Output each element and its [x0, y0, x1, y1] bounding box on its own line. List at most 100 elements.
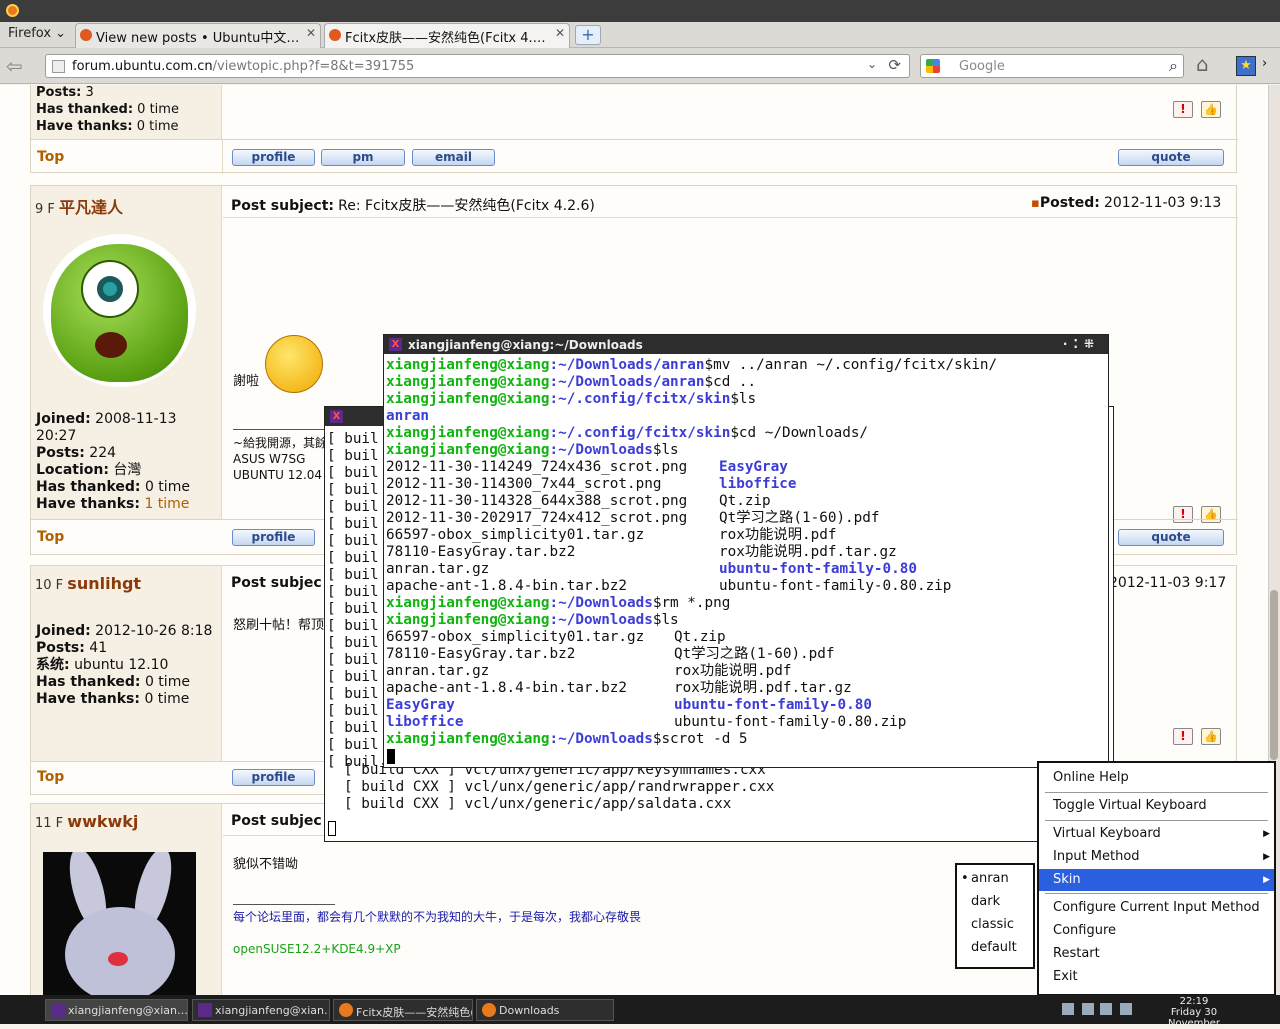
ubuntu-favicon-icon — [80, 29, 92, 41]
pm-button[interactable]: pm — [321, 149, 405, 166]
email-button[interactable]: email — [412, 149, 495, 166]
chevron-down-icon: ⌄ — [55, 26, 67, 41]
avatar — [43, 234, 196, 387]
search-icon[interactable]: ⌕ — [1169, 56, 1178, 76]
taskbar-item-terminal-1[interactable]: xiangjianfeng@xian… — [45, 999, 188, 1021]
skin-item-default[interactable]: default — [957, 937, 1033, 959]
terminal-line: [ buil — [327, 533, 379, 549]
menu-input-method[interactable]: Input Method ▶ — [1039, 846, 1274, 868]
menu-label: Virtual Keyboard — [1053, 826, 1161, 841]
url-bar[interactable]: forum.ubuntu.com.cn/viewtopic.php?f=8&t=… — [45, 54, 910, 78]
terminal-window-downloads[interactable]: Xxiangjianfeng@xiang:~/Downloads ·⁚⁜ xian… — [383, 334, 1109, 768]
top-link[interactable]: Top — [37, 529, 64, 545]
file-name: rox功能说明.pdf — [719, 527, 837, 543]
terminal-titlebar[interactable]: Xxiangjianfeng@xiang:~/Downloads ·⁚⁜ — [384, 335, 1108, 354]
keyboard-icon[interactable] — [1100, 1003, 1112, 1015]
prompt-user: xiangjianfeng@xiang — [386, 425, 550, 441]
menu-configure[interactable]: Configure — [1039, 920, 1274, 942]
clock[interactable]: 22:19 Friday 30 November — [1148, 996, 1240, 1029]
post-author-info: 10 F sunlihgt Joined: 2012-10-26 8:18 Po… — [31, 566, 222, 761]
subject-label: Post subjec — [231, 575, 322, 591]
thanked-value: 0 time — [144, 479, 190, 495]
username[interactable]: 平凡達人 — [59, 198, 123, 217]
network-icon[interactable] — [1062, 1003, 1074, 1015]
firefox-logo-icon[interactable] — [6, 4, 19, 17]
quote-button[interactable]: quote — [1118, 529, 1224, 546]
volume-icon[interactable] — [1120, 1003, 1132, 1015]
thanked-value: 0 time — [144, 674, 190, 690]
bookmark-star-icon[interactable]: ★ — [1236, 56, 1256, 76]
skin-submenu[interactable]: • anran dark classic default — [955, 863, 1035, 969]
terminal-line: [ buil — [327, 567, 379, 583]
top-link[interactable]: Top — [37, 769, 64, 785]
home-icon[interactable]: ⌂ — [1196, 52, 1220, 76]
menu-skin[interactable]: Skin ▶ — [1039, 869, 1274, 891]
back-arrow-icon[interactable]: ⇦ — [6, 54, 32, 78]
skin-label: classic — [971, 917, 1015, 932]
prompt-user: xiangjianfeng@xiang — [386, 612, 550, 628]
terminal-cursor — [387, 749, 395, 764]
thanks-icon[interactable]: 👍 — [1201, 506, 1221, 523]
file-name: Qt学习之路(1-60).pdf — [719, 510, 880, 526]
thanked-label: Has thanked: — [36, 102, 134, 117]
skin-item-anran[interactable]: • anran — [957, 868, 1033, 890]
username[interactable]: sunlihgt — [67, 574, 141, 593]
navigation-bar: ⇦ forum.ubuntu.com.cn/viewtopic.php?f=8&… — [0, 48, 1280, 84]
top-link[interactable]: Top — [37, 149, 64, 165]
report-icon[interactable]: ! — [1173, 728, 1193, 745]
floor-number: 10 F — [35, 578, 64, 593]
taskbar-item-firefox[interactable]: Fcitx皮肤——安然纯色(… — [333, 999, 473, 1021]
report-icon[interactable]: ! — [1173, 506, 1193, 523]
fcitx-tray-menu[interactable]: Online Help Toggle Virtual Keyboard Virt… — [1037, 761, 1276, 996]
menu-virtual-keyboard[interactable]: Virtual Keyboard ▶ — [1039, 823, 1274, 845]
location-value: 台灣 — [113, 462, 142, 478]
chevron-right-icon[interactable]: › — [1262, 56, 1267, 71]
file-name: Qt.zip — [719, 493, 771, 509]
terminal-line: [ buil — [327, 499, 379, 515]
reload-icon[interactable]: ⟳ — [888, 56, 901, 74]
file-name: ubuntu-font-family-0.80 — [719, 561, 917, 577]
command-text: $cd ~/Downloads/ — [730, 425, 869, 441]
dropbox-icon[interactable] — [1082, 1003, 1094, 1015]
scrollbar-thumb[interactable] — [1270, 590, 1278, 760]
site-identity-icon[interactable] — [52, 60, 65, 73]
search-placeholder: Google — [959, 59, 1005, 74]
terminal-line: 2012-11-30-114328_644x388_scrot.png Qt.zi… — [386, 493, 771, 510]
skin-item-dark[interactable]: dark — [957, 891, 1033, 913]
thanks-icon[interactable]: 👍 — [1201, 728, 1221, 745]
terminal-line: xiangjianfeng@xiang:~/.config/fcitx/skin… — [386, 425, 868, 442]
post-icon: ▪ — [1031, 196, 1040, 211]
menu-toggle-virtual-keyboard[interactable]: Toggle Virtual Keyboard — [1039, 795, 1274, 817]
window-controls-icon[interactable]: ·⁚⁜ — [1063, 336, 1100, 353]
menu-exit[interactable]: Exit — [1039, 966, 1274, 988]
thanks-icon[interactable]: 👍 — [1201, 101, 1221, 118]
prompt-user: xiangjianfeng@xiang — [386, 374, 550, 390]
chevron-down-icon[interactable]: ⌄ — [867, 57, 877, 71]
menu-restart[interactable]: Restart — [1039, 943, 1274, 965]
profile-button[interactable]: profile — [232, 529, 315, 546]
username[interactable]: wwkwkj — [67, 812, 138, 831]
terminal-line: [ buil — [327, 669, 379, 685]
tab-view-new-posts[interactable]: View new posts • Ubuntu中文… ✕ — [75, 23, 321, 48]
profile-button[interactable]: profile — [232, 149, 315, 166]
taskbar-item-downloads[interactable]: Downloads — [476, 999, 614, 1021]
quote-button[interactable]: quote — [1118, 149, 1224, 166]
file-name: 2012-11-30-114300_7x44_scrot.png — [386, 476, 662, 492]
close-tab-icon[interactable]: ✕ — [555, 26, 565, 40]
profile-button[interactable]: profile — [232, 769, 315, 786]
terminal-titlebar[interactable]: X — [325, 407, 385, 426]
skin-item-classic[interactable]: classic — [957, 914, 1033, 936]
google-icon[interactable] — [926, 59, 940, 73]
report-icon[interactable]: ! — [1173, 101, 1193, 118]
menu-online-help[interactable]: Online Help — [1039, 767, 1274, 789]
file-name: rox功能说明.pdf.tar.gz — [719, 544, 897, 560]
close-tab-icon[interactable]: ✕ — [306, 26, 316, 40]
file-name: 66597-obox_simplicity01.tar.gz — [386, 629, 645, 645]
tab-fcitx-skin[interactable]: Fcitx皮肤——安然纯色(Fcitx 4.… ✕ — [324, 23, 570, 48]
firefox-menu-button[interactable]: Firefox ⌄ — [0, 22, 68, 48]
menu-configure-current-input-method[interactable]: Configure Current Input Method — [1039, 897, 1274, 919]
taskbar-item-terminal-2[interactable]: xiangjianfeng@xian… — [192, 999, 330, 1021]
thanks-label: Have thanks: — [36, 119, 133, 134]
new-tab-button[interactable]: + — [575, 25, 601, 45]
search-input[interactable]: Google ⌕ — [920, 54, 1184, 78]
